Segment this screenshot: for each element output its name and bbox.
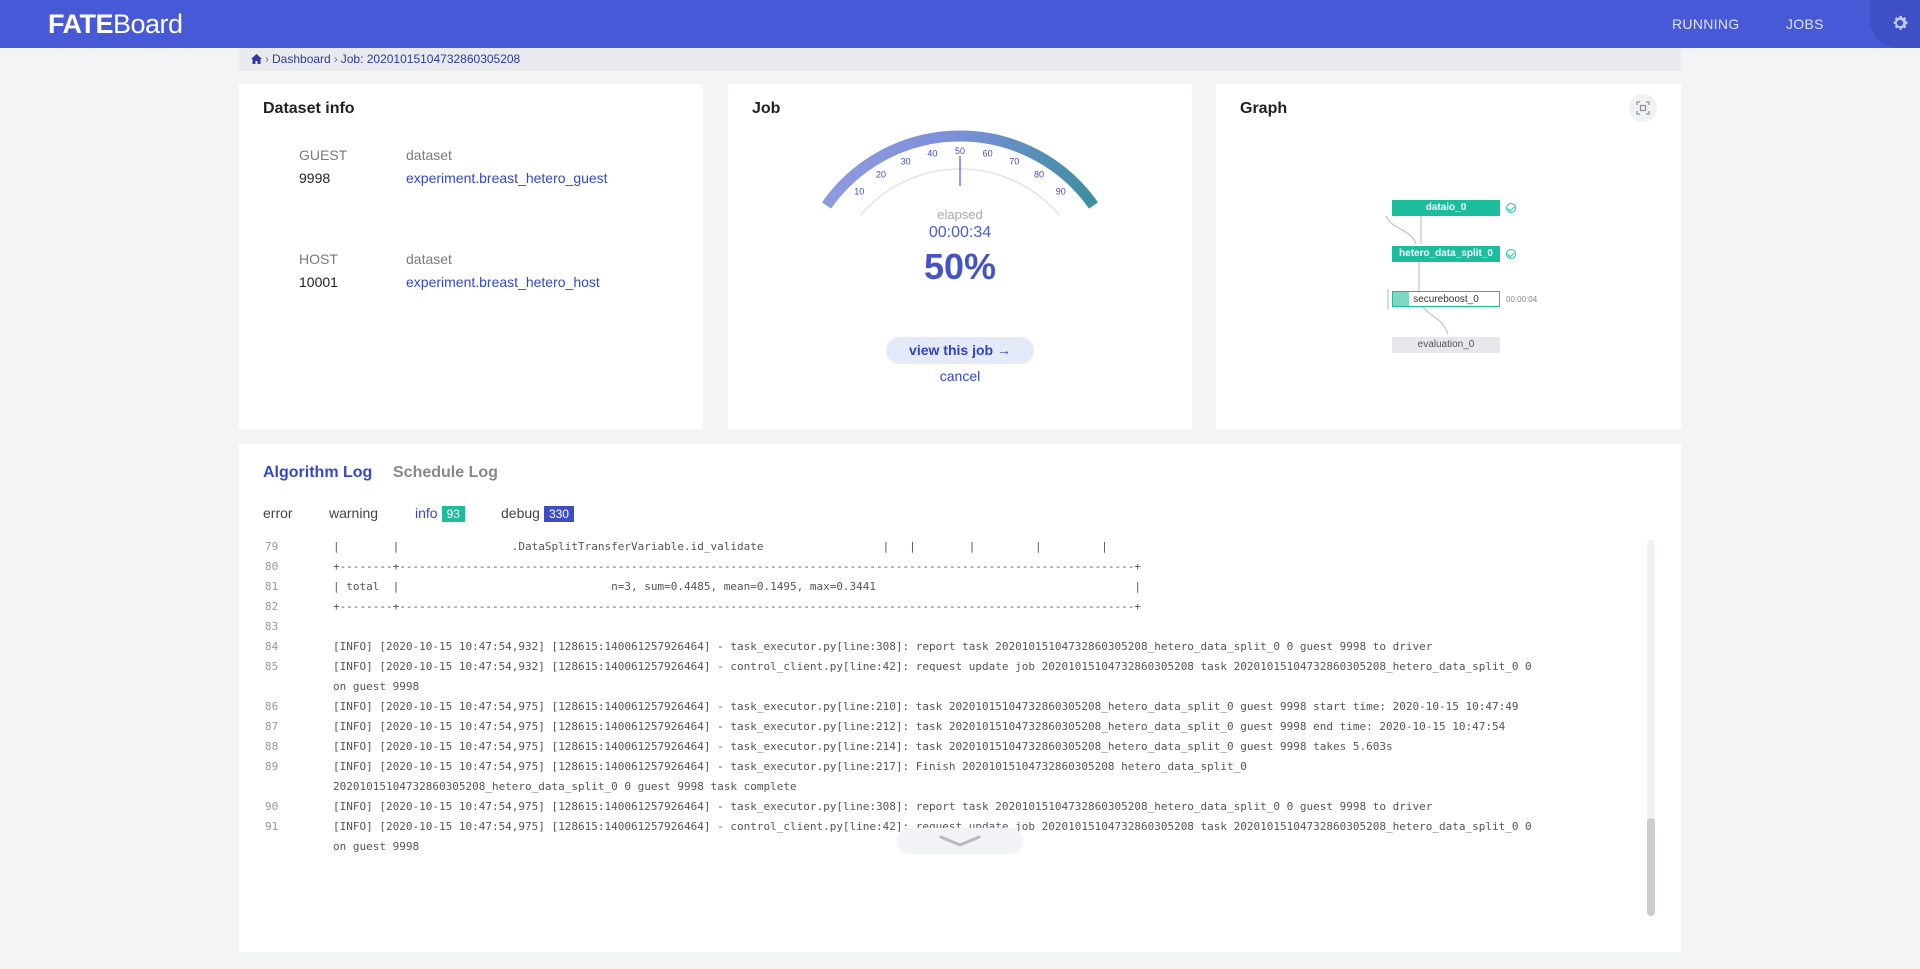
top-navbar: FATEBoard RUNNING JOBS <box>0 0 1920 48</box>
scroll-down-button[interactable] <box>897 828 1023 854</box>
view-job-button[interactable]: view this job → <box>886 337 1034 364</box>
breadcrumb-dashboard[interactable]: Dashboard <box>272 52 331 66</box>
log-line-number: 85 <box>265 660 279 673</box>
gauge-tick-label: 30 <box>901 157 911 167</box>
log-line: 20201015104732860305208_hetero_data_spli… <box>333 780 797 793</box>
log-line: [INFO] [2020-10-15 10:47:54,975] [128615… <box>333 800 1433 813</box>
gauge-tick-label: 80 <box>1034 169 1044 179</box>
log-scrollbar-thumb[interactable] <box>1647 818 1655 916</box>
success-check-icon <box>1506 249 1516 259</box>
nav-jobs[interactable]: JOBS <box>1786 0 1824 48</box>
log-line: | | .DataSplitTransferVariable.id_valida… <box>333 540 1108 553</box>
gauge-tick-label: 40 <box>927 149 937 159</box>
nav-running[interactable]: RUNNING <box>1672 0 1739 48</box>
graph-panel: Graph dataio_0 hetero_data_split_0 secur… <box>1216 84 1681 429</box>
fateboard-logo[interactable]: FATEBoard <box>48 9 183 40</box>
dataset-info-panel: Dataset info GUEST dataset 9998 experime… <box>239 84 703 429</box>
progress-gauge: 0102030405060708090100 <box>821 130 1099 216</box>
host-role-label: HOST <box>299 251 338 267</box>
tab-schedule-log[interactable]: Schedule Log <box>393 464 498 482</box>
log-line-number: 82 <box>265 600 279 613</box>
dag-node-dataio[interactable]: dataio_0 <box>1392 200 1500 216</box>
log-line-number: 79 <box>265 540 279 553</box>
log-line-number: 86 <box>265 700 279 713</box>
gauge-tick-label: 50 <box>955 146 965 156</box>
log-panel: Algorithm Log Schedule Log error warning… <box>239 444 1681 952</box>
log-line-number: 91 <box>265 820 279 833</box>
log-line-number: 84 <box>265 640 279 653</box>
log-line: +--------+------------------------------… <box>333 600 1141 613</box>
job-panel: Job 0102030405060708090100 elapsed 00:00… <box>728 84 1192 429</box>
gear-icon <box>1893 15 1908 30</box>
log-line-number: 87 <box>265 720 279 733</box>
running-progress-fill <box>1393 292 1409 306</box>
gauge-tick-label: 70 <box>1009 157 1019 167</box>
gauge-tick-label: 60 <box>983 149 993 159</box>
dataset-info-title: Dataset info <box>263 100 355 117</box>
log-line-number: 81 <box>265 580 279 593</box>
progress-percent: 50% <box>923 246 997 287</box>
log-line-number: 90 <box>265 800 279 813</box>
level-error[interactable]: error <box>263 505 293 521</box>
log-line: +--------+------------------------------… <box>333 560 1141 573</box>
success-check-icon <box>1506 203 1516 213</box>
log-line-number: 89 <box>265 760 279 773</box>
home-icon[interactable] <box>251 49 262 72</box>
guest-role-label: GUEST <box>299 147 348 163</box>
host-dataset-label: dataset <box>406 251 452 267</box>
breadcrumb: › Dashboard › Job: 20201015104732860305208 <box>239 48 1681 71</box>
debug-count-badge: 330 <box>543 506 574 522</box>
log-line: [INFO] [2020-10-15 10:47:54,975] [128615… <box>333 740 1393 753</box>
log-line: [INFO] [2020-10-15 10:47:54,975] [128615… <box>333 700 1519 713</box>
log-line: [INFO] [2020-10-15 10:47:54,932] [128615… <box>333 660 1532 673</box>
guest-party-id: 9998 <box>299 170 331 186</box>
dag-node-evaluation[interactable]: evaluation_0 <box>1392 337 1500 353</box>
log-line: [INFO] [2020-10-15 10:47:54,932] [128615… <box>333 640 1433 653</box>
log-line: [INFO] [2020-10-15 10:47:54,975] [128615… <box>333 760 1247 773</box>
log-line: | total | n=3, sum=0.4485, mean=0.1495, … <box>333 580 1141 593</box>
gauge-tick-label: 10 <box>854 187 864 197</box>
log-line: on guest 9998 <box>333 840 420 853</box>
host-party-id: 10001 <box>299 274 338 290</box>
elapsed-label: elapsed <box>937 207 983 222</box>
info-count-badge: 93 <box>441 506 465 522</box>
guest-dataset-label: dataset <box>406 147 452 163</box>
gauge-tick-label: 20 <box>876 169 886 179</box>
tab-algorithm-log[interactable]: Algorithm Log <box>263 464 372 482</box>
dag-node-hetero-data-split[interactable]: hetero_data_split_0 <box>1392 246 1500 262</box>
chevron-down-icon <box>939 835 981 847</box>
elapsed-time: 00:00:34 <box>928 224 992 241</box>
host-dataset-link[interactable]: experiment.breast_hetero_host <box>406 274 600 290</box>
dag-node-secureboost[interactable]: secureboost_0 <box>1392 291 1500 307</box>
log-line-number: 83 <box>265 620 279 633</box>
log-line-number: 80 <box>265 560 279 573</box>
log-line: on guest 9998 <box>333 680 420 693</box>
level-info[interactable]: info 93 <box>415 505 465 522</box>
log-line: [INFO] [2020-10-15 10:47:54,975] [128615… <box>333 720 1506 733</box>
guest-dataset-link[interactable]: experiment.breast_hetero_guest <box>406 170 608 186</box>
settings-button[interactable] <box>1870 0 1920 48</box>
log-line-number: 88 <box>265 740 279 753</box>
gauge-tick-label: 90 <box>1056 187 1066 197</box>
log-content[interactable]: 79 | | .DataSplitTransferVariable.id_vali… <box>239 540 1681 854</box>
node-elapsed-time: 00:00:04 <box>1506 295 1538 304</box>
level-debug[interactable]: debug 330 <box>501 505 574 522</box>
breadcrumb-job: Job: 20201015104732860305208 <box>340 52 521 66</box>
level-warning[interactable]: warning <box>329 505 378 521</box>
cancel-job-link[interactable]: cancel <box>728 368 1192 384</box>
